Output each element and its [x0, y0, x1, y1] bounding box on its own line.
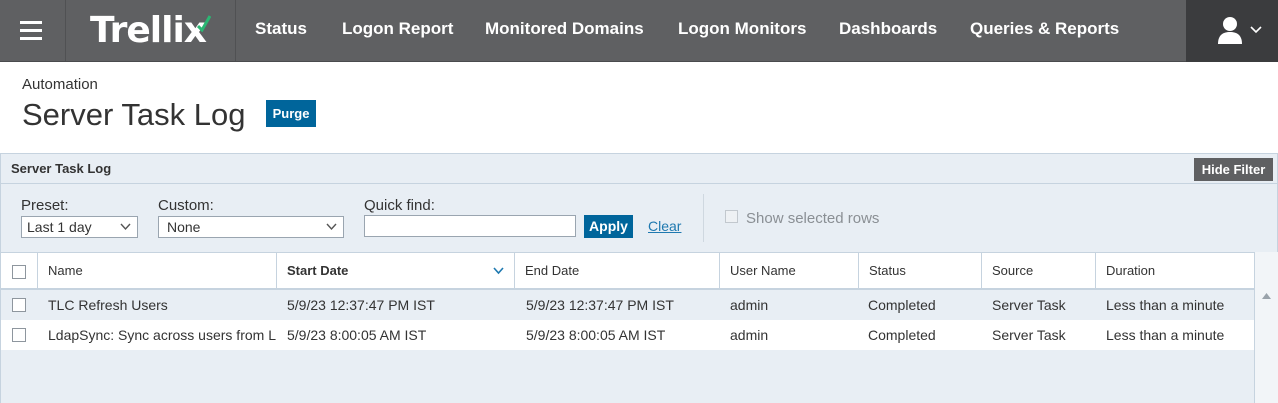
breadcrumb[interactable]: Automation — [22, 76, 98, 93]
purge-button[interactable]: Purge — [266, 100, 316, 127]
cell-user-name: admin — [730, 297, 769, 313]
chevron-down-icon — [120, 223, 131, 231]
select-all-checkbox[interactable] — [12, 265, 26, 279]
cell-start-date: 5/9/23 12:37:47 PM IST — [287, 297, 435, 313]
cell-end-date: 5/9/23 8:00:05 AM IST — [526, 327, 666, 343]
custom-label: Custom: — [158, 197, 214, 214]
table-row[interactable]: TLC Refresh Users 5/9/23 12:37:47 PM IST… — [1, 290, 1254, 320]
chevron-down-icon[interactable] — [1250, 25, 1262, 35]
filter-divider — [703, 194, 704, 242]
col-name[interactable]: Name — [38, 253, 277, 289]
quickfind-input[interactable] — [364, 215, 576, 237]
scroll-up-icon[interactable] — [1262, 293, 1271, 299]
nav-status[interactable]: Status — [255, 19, 307, 39]
task-log-table: Name Start Date End Date User Name Statu… — [1, 252, 1254, 403]
cell-duration: Less than a minute — [1106, 297, 1225, 313]
chevron-down-icon — [326, 223, 337, 231]
panel-title: Server Task Log — [11, 161, 112, 176]
show-selected-label: Show selected rows — [746, 210, 880, 227]
show-selected-checkbox[interactable] — [725, 210, 738, 223]
cell-start-date: 5/9/23 8:00:05 AM IST — [287, 327, 427, 343]
top-nav: Trellix Status Logon Report Monitored Do… — [0, 0, 1278, 62]
apply-button[interactable]: Apply — [584, 215, 633, 238]
cell-status: Completed — [868, 327, 936, 343]
cell-source: Server Task — [992, 327, 1066, 343]
col-duration[interactable]: Duration — [1096, 253, 1254, 289]
cell-status: Completed — [868, 297, 936, 313]
col-status[interactable]: Status — [859, 253, 982, 289]
cell-name: LdapSync: Sync across users from L — [48, 327, 276, 343]
page-title: Server Task Log — [22, 97, 246, 132]
col-start-date[interactable]: Start Date — [277, 253, 515, 289]
cell-end-date: 5/9/23 12:37:47 PM IST — [526, 297, 674, 313]
panel-header: Server Task Log Hide Filter — [1, 154, 1277, 184]
nav-logon-report[interactable]: Logon Report — [342, 19, 453, 39]
cell-user-name: admin — [730, 327, 769, 343]
cell-duration: Less than a minute — [1106, 327, 1225, 343]
sort-desc-icon — [493, 267, 504, 275]
custom-select[interactable]: None — [158, 216, 344, 238]
col-end-date[interactable]: End Date — [515, 253, 720, 289]
nav-queries-reports[interactable]: Queries & Reports — [970, 19, 1119, 39]
logo-check-icon — [197, 15, 211, 32]
row-checkbox[interactable] — [12, 298, 26, 312]
logo-text: Trellix — [90, 10, 207, 51]
cell-source: Server Task — [992, 297, 1066, 313]
user-icon[interactable] — [1217, 16, 1243, 44]
logo[interactable]: Trellix — [66, 0, 236, 61]
preset-value: Last 1 day — [27, 219, 92, 235]
col-user-name[interactable]: User Name — [720, 253, 859, 289]
row-checkbox[interactable] — [12, 328, 26, 342]
quickfind-label: Quick find: — [364, 197, 435, 214]
col-source[interactable]: Source — [982, 253, 1096, 289]
table-header: Name Start Date End Date User Name Statu… — [1, 252, 1254, 290]
preset-label: Preset: — [21, 197, 69, 214]
table-row[interactable]: LdapSync: Sync across users from L 5/9/2… — [1, 320, 1254, 350]
hide-filter-button[interactable]: Hide Filter — [1194, 158, 1273, 181]
nav-logon-monitors[interactable]: Logon Monitors — [678, 19, 806, 39]
hamburger-icon[interactable] — [0, 0, 66, 61]
nav-dashboards[interactable]: Dashboards — [839, 19, 937, 39]
nav-monitored-domains[interactable]: Monitored Domains — [485, 19, 644, 39]
custom-value: None — [167, 219, 201, 235]
table-scrollbar[interactable] — [1254, 252, 1278, 403]
col-start-date-label: Start Date — [287, 263, 349, 278]
select-all-cell — [1, 253, 38, 289]
clear-link[interactable]: Clear — [648, 218, 681, 234]
preset-select[interactable]: Last 1 day — [21, 216, 138, 238]
cell-name: TLC Refresh Users — [48, 297, 168, 313]
